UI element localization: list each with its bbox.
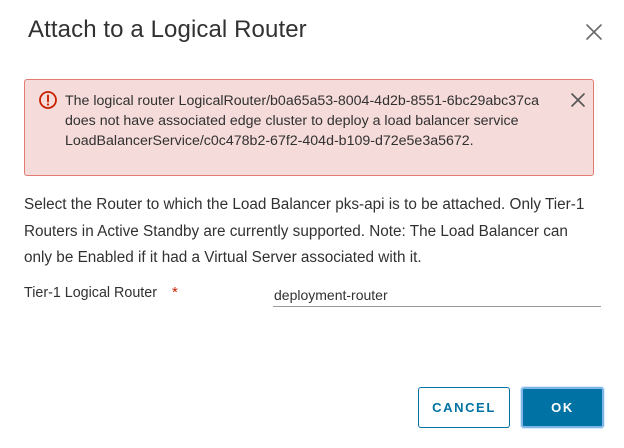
ok-button[interactable]: OK bbox=[521, 387, 604, 428]
required-indicator: * bbox=[172, 284, 178, 301]
close-dialog-icon[interactable] bbox=[582, 20, 606, 44]
alert-message: The logical router LogicalRouter/b0a65a5… bbox=[65, 93, 540, 149]
router-field-label: Tier-1 Logical Router bbox=[24, 285, 157, 301]
error-alert: The logical router LogicalRouter/b0a65a5… bbox=[24, 79, 594, 176]
error-circle-icon bbox=[38, 90, 58, 110]
dialog-title: Attach to a Logical Router bbox=[28, 16, 307, 43]
close-alert-icon[interactable] bbox=[569, 91, 587, 109]
attach-router-dialog: Attach to a Logical Router The logical r… bbox=[0, 0, 624, 448]
dialog-description: Select the Router to which the Load Bala… bbox=[24, 196, 585, 266]
router-input[interactable] bbox=[273, 283, 601, 307]
cancel-button[interactable]: CANCEL bbox=[418, 387, 510, 428]
